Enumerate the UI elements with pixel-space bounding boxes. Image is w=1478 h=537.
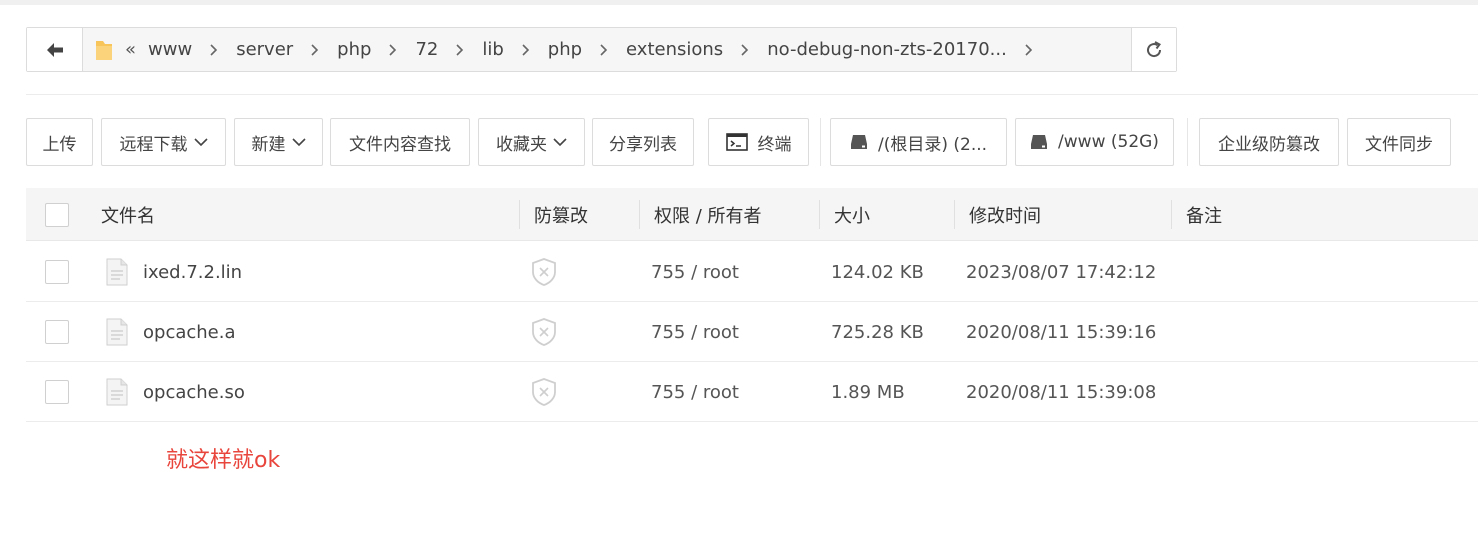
refresh-button[interactable] (1131, 28, 1176, 71)
chevron-down-icon (193, 137, 208, 147)
table-row[interactable]: opcache.so 755 / root 1.89 MB 2020/08/11… (26, 362, 1478, 422)
size-cell: 124.02 KB (831, 261, 924, 283)
row-select-cell (45, 362, 69, 422)
row-select-cell (45, 242, 69, 302)
select-all-checkbox[interactable] (45, 202, 69, 227)
file-icon (106, 242, 128, 302)
modified-cell: 2020/08/11 15:39:16 (966, 321, 1157, 343)
remote-download-button[interactable]: 远程下载 (101, 118, 226, 166)
column-divider (1171, 200, 1172, 229)
upload-label: 上传 (42, 134, 77, 155)
toolbar-divider (1187, 118, 1188, 166)
disk-icon (850, 134, 868, 150)
file-name[interactable]: opcache.a (143, 302, 236, 362)
column-divider (519, 200, 520, 229)
column-header-tamper: 防篡改 (534, 205, 588, 227)
breadcrumb-item[interactable]: server (236, 39, 293, 60)
terminal-icon (725, 133, 748, 151)
file-name[interactable]: ixed.7.2.lin (143, 242, 242, 302)
toolbar-divider (820, 118, 821, 166)
column-header-modified[interactable]: 修改时间 (969, 188, 1041, 241)
breadcrumb: « www server php 72 lib php extensions n… (83, 28, 1131, 71)
permission-cell[interactable]: 755 / root (651, 302, 739, 362)
breadcrumb-item[interactable]: php (337, 39, 371, 60)
breadcrumb-item[interactable]: lib (482, 39, 503, 60)
tamper-proof-label: 企业级防篡改 (1218, 134, 1320, 155)
refresh-icon (1147, 40, 1162, 57)
table-row[interactable]: opcache.a 755 / root 725.28 KB 2020/08/1… (26, 302, 1478, 362)
shield-off-icon[interactable] (530, 362, 558, 422)
breadcrumb-item[interactable]: 72 (415, 39, 438, 60)
file-name[interactable]: opcache.so (143, 362, 245, 422)
folder-icon (96, 40, 112, 60)
breadcrumb-item[interactable]: extensions (626, 39, 723, 60)
file-table-header: 文件名 防篡改 权限 / 所有者 大小 修改时间 备注 (26, 188, 1478, 241)
remote-download-label: 远程下载 (119, 134, 188, 155)
annotation-text: 就这样就ok (166, 448, 281, 473)
divider (26, 94, 1478, 95)
new-button[interactable]: 新建 (234, 118, 323, 166)
arrow-left-icon (46, 42, 63, 57)
back-button[interactable] (27, 28, 83, 71)
content-search-button[interactable]: 文件内容查找 (330, 118, 470, 166)
file-icon (106, 362, 128, 422)
terminal-button[interactable]: 终端 (708, 118, 809, 166)
file-sync-label: 文件同步 (1365, 134, 1433, 155)
tamper-proof-button[interactable]: 企业级防篡改 (1199, 118, 1339, 166)
top-divider (0, 0, 1478, 5)
row-select-cell (45, 302, 69, 362)
chevron-right-icon (311, 43, 319, 56)
shield-off-icon[interactable] (530, 302, 558, 362)
content-search-label: 文件内容查找 (349, 134, 451, 155)
chevron-right-icon (600, 43, 608, 56)
shield-off-icon[interactable] (530, 242, 558, 302)
column-header-note: 备注 (1186, 205, 1222, 227)
file-sync-button[interactable]: 文件同步 (1347, 118, 1451, 166)
disk-www-button[interactable]: /www (52G) (1015, 118, 1174, 166)
column-divider (639, 200, 640, 229)
chevron-right-icon (210, 43, 218, 56)
disk-icon (1030, 134, 1048, 150)
column-divider (819, 200, 820, 229)
path-bar: « www server php 72 lib php extensions n… (26, 27, 1177, 72)
row-checkbox[interactable] (45, 380, 69, 404)
terminal-label: 终端 (757, 134, 792, 155)
column-header-name[interactable]: 文件名 (101, 188, 155, 241)
chevron-right-icon (389, 43, 397, 56)
file-icon (106, 302, 128, 362)
chevron-down-icon (553, 137, 567, 147)
column-header-permission: 权限 / 所有者 (654, 205, 762, 227)
column-divider (954, 200, 955, 229)
permission-cell[interactable]: 755 / root (651, 242, 739, 302)
row-checkbox[interactable] (45, 260, 69, 284)
chevron-right-icon (522, 43, 530, 56)
upload-button[interactable]: 上传 (26, 118, 93, 166)
select-all-cell (45, 188, 69, 241)
breadcrumb-item[interactable]: php (548, 39, 582, 60)
new-label: 新建 (251, 134, 286, 155)
chevron-right-icon (1025, 43, 1033, 56)
share-list-label: 分享列表 (609, 134, 677, 155)
breadcrumb-overflow[interactable]: « (125, 39, 136, 60)
breadcrumb-item[interactable]: www (148, 39, 192, 60)
breadcrumb-item-current[interactable]: no-debug-non-zts-20170... (767, 39, 1007, 60)
favorites-label: 收藏夹 (496, 134, 547, 155)
size-cell: 725.28 KB (831, 321, 924, 343)
chevron-right-icon (456, 43, 464, 56)
table-row[interactable]: ixed.7.2.lin 755 / root 124.02 KB 2023/0… (26, 242, 1478, 302)
size-cell: 1.89 MB (831, 381, 905, 403)
disk-root-button[interactable]: /(根目录) (2... (830, 118, 1007, 166)
disk-root-label: /(根目录) (2... (877, 134, 988, 155)
permission-cell[interactable]: 755 / root (651, 362, 739, 422)
modified-cell: 2023/08/07 17:42:12 (966, 261, 1157, 283)
disk-www-label: /www (52G) (1058, 132, 1159, 152)
favorites-button[interactable]: 收藏夹 (478, 118, 585, 166)
column-header-size[interactable]: 大小 (834, 188, 870, 241)
share-list-button[interactable]: 分享列表 (592, 118, 694, 166)
chevron-right-icon (741, 43, 749, 56)
row-checkbox[interactable] (45, 320, 69, 344)
modified-cell: 2020/08/11 15:39:08 (966, 381, 1157, 403)
chevron-down-icon (291, 137, 306, 147)
